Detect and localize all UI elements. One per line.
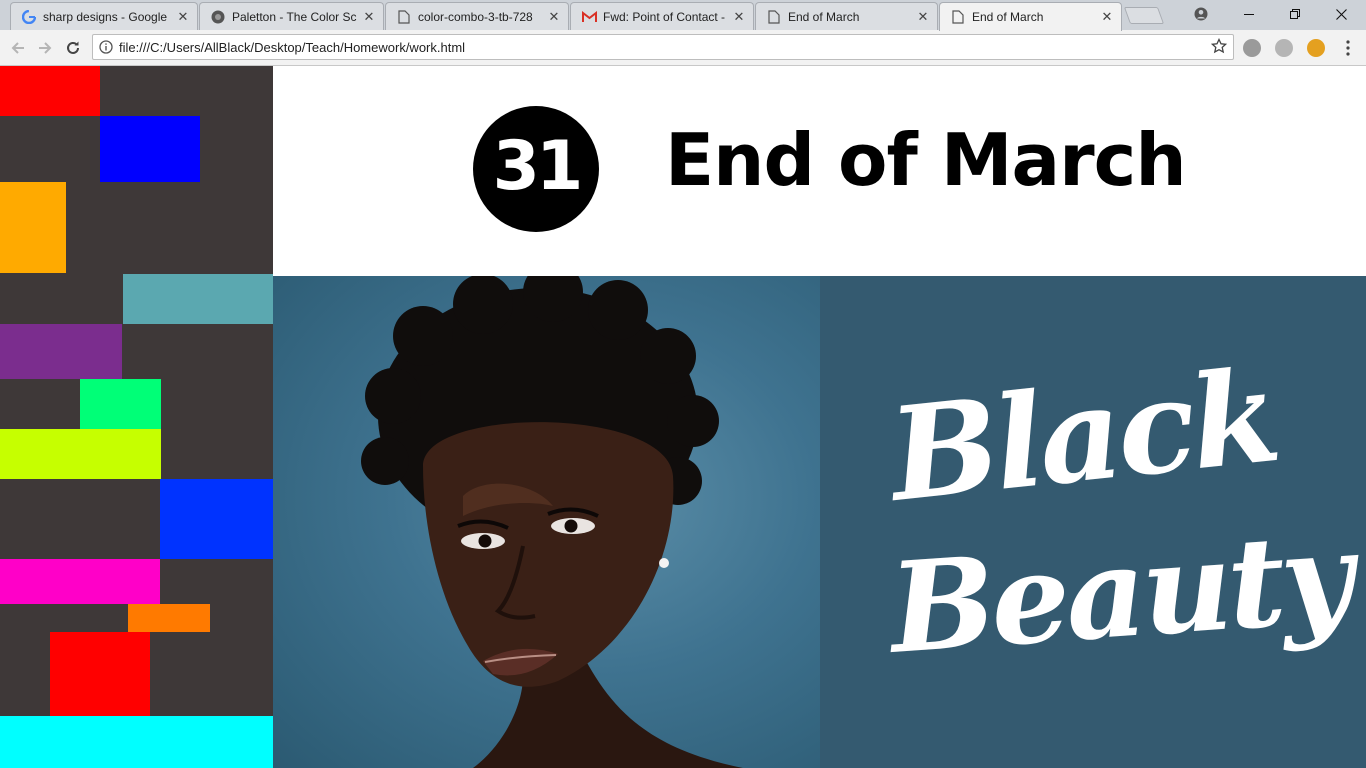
address-bar[interactable]: file:///C:/Users/AllBlack/Desktop/Teach/…: [92, 34, 1234, 60]
gmail-icon: [581, 9, 597, 25]
banner-text-line-2: Beauty: [885, 505, 1354, 682]
color-block: [0, 559, 160, 604]
color-block: [0, 429, 161, 479]
color-block: [80, 379, 161, 429]
close-icon[interactable]: ✕: [1099, 9, 1115, 25]
tab-title: sharp designs - Google: [43, 9, 168, 24]
file-icon: [396, 9, 412, 25]
tab-title: color-combo-3-tb-728: [418, 9, 533, 24]
tab-paletton[interactable]: Paletton - The Color Sc ✕: [199, 2, 384, 30]
banner-text-line-1: Black: [883, 341, 1284, 531]
tab-title: End of March: [788, 9, 860, 24]
browser-toolbar: file:///C:/Users/AllBlack/Desktop/Teach/…: [0, 30, 1366, 66]
color-block: [0, 182, 66, 273]
tab-title: End of March: [972, 10, 1044, 24]
close-icon[interactable]: ✕: [361, 9, 377, 25]
color-block: [0, 324, 122, 379]
color-block-mosaic: [0, 66, 273, 768]
close-icon[interactable]: ✕: [546, 9, 562, 25]
color-block: [50, 632, 150, 716]
file-icon: [950, 9, 966, 25]
tab-color-combo[interactable]: color-combo-3-tb-728 ✕: [385, 2, 569, 30]
tab-end-of-march-active[interactable]: End of March ✕: [939, 2, 1122, 31]
tab-gmail[interactable]: Fwd: Point of Contact - ✕: [570, 2, 754, 30]
tab-title: Paletton - The Color Sc: [232, 9, 357, 24]
profile-icon[interactable]: [1178, 0, 1224, 28]
bookmark-star-icon[interactable]: [1210, 37, 1228, 59]
color-block: [0, 66, 100, 116]
page-title: End of March: [665, 118, 1187, 202]
url-text: file:///C:/Users/AllBlack/Desktop/Teach/…: [119, 39, 466, 55]
forward-button[interactable]: [34, 37, 56, 59]
tab-strip: sharp designs - Google ✕ Paletton - The …: [0, 0, 1366, 31]
color-block: [0, 716, 273, 768]
download-extension-icon[interactable]: [1275, 39, 1293, 57]
google-icon: [21, 9, 37, 25]
close-icon[interactable]: ✕: [731, 9, 747, 25]
page-viewport: 31 End of March Black Beauty: [0, 66, 1366, 768]
day-badge: 31: [473, 106, 599, 232]
tab-end-of-march[interactable]: End of March ✕: [755, 2, 938, 30]
back-button[interactable]: [7, 37, 29, 59]
tab-google-search[interactable]: sharp designs - Google ✕: [10, 2, 198, 30]
page-header: 31 End of March: [273, 66, 1366, 276]
color-block: [128, 604, 210, 632]
window-close-button[interactable]: [1318, 0, 1364, 28]
close-icon[interactable]: ✕: [915, 9, 931, 25]
menu-dots-icon[interactable]: [1337, 37, 1359, 59]
minimize-button[interactable]: [1226, 0, 1272, 28]
tab-title: Fwd: Point of Contact -: [603, 9, 726, 24]
day-number: 31: [492, 127, 584, 206]
restore-button[interactable]: [1272, 0, 1318, 28]
reload-button[interactable]: [62, 37, 84, 59]
file-icon: [766, 9, 782, 25]
new-tab-button[interactable]: [1123, 7, 1165, 24]
close-icon[interactable]: ✕: [175, 9, 191, 25]
extension-icon[interactable]: [1243, 39, 1261, 57]
info-icon[interactable]: [93, 40, 119, 54]
extension-badge-icon[interactable]: [1307, 39, 1325, 57]
portrait-photo: [273, 276, 820, 768]
paletton-icon: [210, 9, 226, 25]
color-block: [123, 274, 273, 324]
color-block: [160, 479, 273, 559]
black-beauty-banner: Black Beauty: [820, 276, 1366, 768]
portrait-illustration: [361, 276, 743, 768]
color-block: [100, 116, 200, 182]
